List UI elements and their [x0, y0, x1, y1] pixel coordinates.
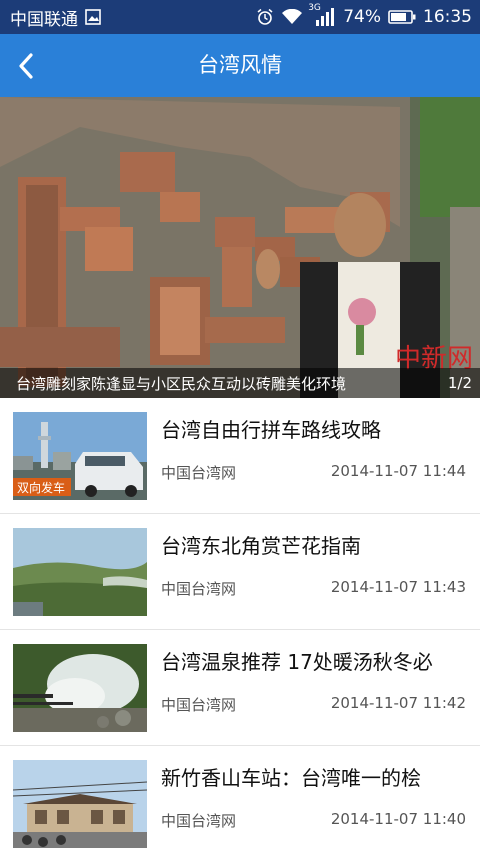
- article-thumbnail: [13, 528, 147, 616]
- list-item[interactable]: 新竹香山车站：台湾唯一的桧 中国台湾网 2014-11-07 11:40: [0, 746, 480, 854]
- article-title: 台湾自由行拼车路线攻略: [161, 418, 381, 442]
- list-item[interactable]: 台湾东北角赏芒花指南 中国台湾网 2014-11-07 11:43: [0, 514, 480, 630]
- banner-pager: 1/2: [447, 374, 472, 392]
- list-item[interactable]: 台湾温泉推荐 17处暖汤秋冬必 中国台湾网 2014-11-07 11:42: [0, 630, 480, 746]
- clock-label: 16:35: [423, 7, 472, 27]
- banner-caption: 台湾雕刻家陈逢显与小区民众互动以砖雕美化环境: [16, 374, 347, 393]
- article-time: 2014-11-07 11:44: [330, 462, 466, 480]
- article-thumbnail: 双向发车: [13, 412, 147, 500]
- article-title: 台湾东北角赏芒花指南: [161, 534, 361, 558]
- article-source: 中国台湾网: [161, 464, 237, 482]
- alarm-icon: [256, 8, 274, 26]
- banner-caption-bar: 台湾雕刻家陈逢显与小区民众互动以砖雕美化环境 1/2: [0, 368, 480, 398]
- article-time: 2014-11-07 11:42: [330, 694, 466, 712]
- article-title: 新竹香山车站：台湾唯一的桧: [161, 766, 421, 790]
- banner-carousel[interactable]: 中新网 台湾雕刻家陈逢显与小区民众互动以砖雕美化环境 1/2: [0, 97, 480, 398]
- signal-icon: 3G: [308, 3, 336, 27]
- article-title: 台湾温泉推荐 17处暖汤秋冬必: [161, 650, 433, 674]
- battery-percent: 74%: [343, 7, 381, 27]
- status-bar: 中国联通 3G 74% 16:35: [0, 0, 480, 34]
- article-source: 中国台湾网: [161, 812, 237, 830]
- article-thumbnail: [13, 760, 147, 848]
- app-bar: 台湾风情: [0, 34, 480, 97]
- network-type-label: 3G: [308, 3, 321, 13]
- article-source: 中国台湾网: [161, 696, 237, 714]
- article-list: 双向发车 台湾自由行拼车路线攻略 中国台湾网 2014-11-07 11:44 …: [0, 398, 480, 854]
- thumbnail-label: 双向发车: [17, 480, 65, 495]
- banner-image: 中新网: [0, 97, 480, 398]
- page-title: 台湾风情: [198, 53, 282, 77]
- article-source: 中国台湾网: [161, 580, 237, 598]
- article-thumbnail: [13, 644, 147, 732]
- list-item[interactable]: 双向发车 台湾自由行拼车路线攻略 中国台湾网 2014-11-07 11:44: [0, 398, 480, 514]
- wifi-icon: [281, 9, 303, 25]
- carrier-label: 中国联通: [10, 9, 78, 30]
- article-time: 2014-11-07 11:40: [330, 810, 466, 828]
- battery-icon: [388, 10, 416, 24]
- article-time: 2014-11-07 11:43: [330, 578, 466, 596]
- gallery-notification-icon: [85, 9, 101, 25]
